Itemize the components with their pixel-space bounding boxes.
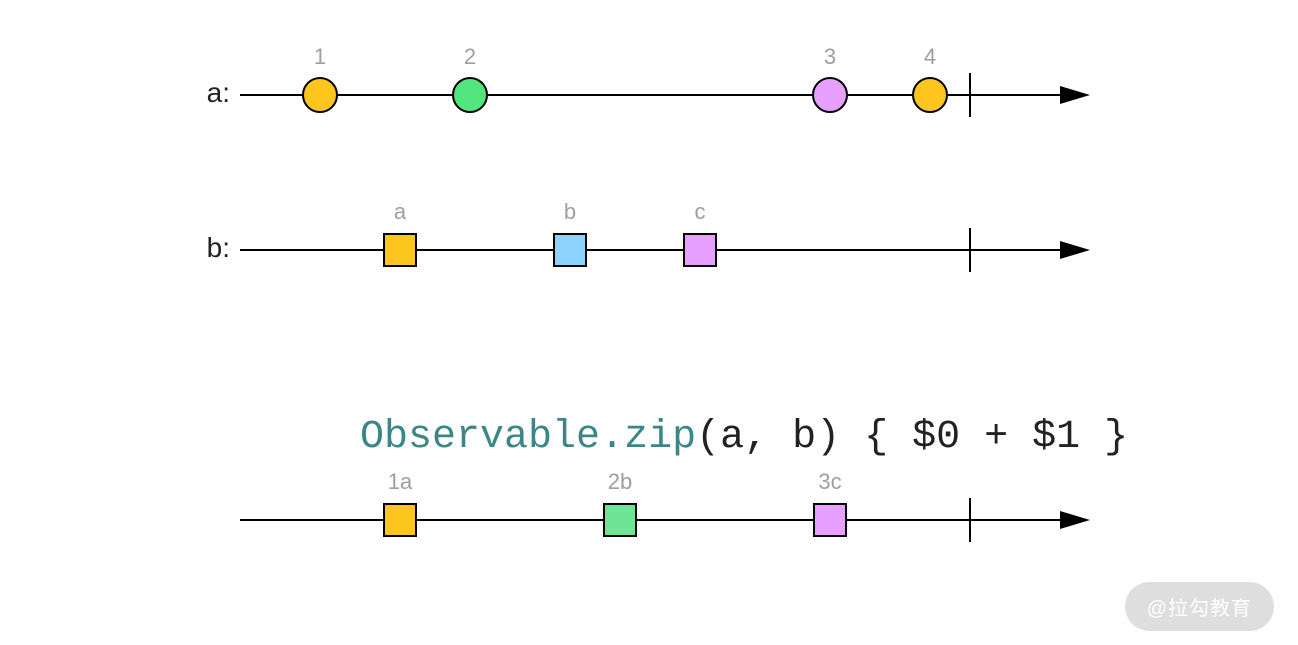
timeline-b-arrow — [1060, 241, 1090, 259]
marble-out-0-label: 1a — [388, 469, 412, 495]
marble-out-1-label: 2b — [608, 469, 632, 495]
marble-a-0 — [303, 78, 337, 112]
marble-b-2 — [684, 234, 716, 266]
marble-out-2-label: 3c — [818, 469, 841, 495]
marble-diagram: Observable.zip(a, b) { $0 + $1 } @拉勾教育 a… — [0, 0, 1298, 645]
marble-b-1-label: b — [564, 199, 576, 225]
timeline-a-label: a: — [180, 77, 230, 109]
marble-a-2 — [813, 78, 847, 112]
expr-observable: Observable — [360, 415, 600, 460]
marble-a-1-label: 2 — [464, 44, 476, 70]
marble-b-0-label: a — [394, 199, 406, 225]
marble-a-3 — [913, 78, 947, 112]
marble-out-0 — [384, 504, 416, 536]
marble-out-1 — [604, 504, 636, 536]
timeline-out-arrow — [1060, 511, 1090, 529]
watermark-badge: @拉勾教育 — [1125, 582, 1274, 631]
marble-a-2-label: 3 — [824, 44, 836, 70]
marble-a-1 — [453, 78, 487, 112]
marble-a-0-label: 1 — [314, 44, 326, 70]
marble-out-2 — [814, 504, 846, 536]
expr-rest: (a, b) { $0 + $1 } — [696, 415, 1128, 460]
expr-method: .zip — [600, 415, 696, 460]
timeline-b-label: b: — [180, 232, 230, 264]
marble-a-3-label: 4 — [924, 44, 936, 70]
timeline-a-arrow — [1060, 86, 1090, 104]
marble-b-1 — [554, 234, 586, 266]
marble-b-2-label: c — [695, 199, 706, 225]
marble-b-0 — [384, 234, 416, 266]
